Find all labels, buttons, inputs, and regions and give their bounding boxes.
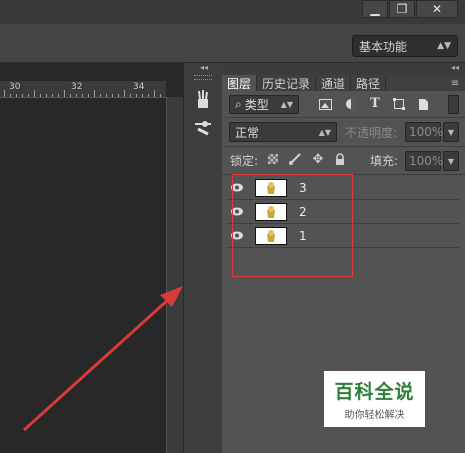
blend-mode-label: 正常 bbox=[235, 125, 260, 140]
filter-toggle-switch[interactable] bbox=[448, 95, 459, 114]
opacity-label: 不透明度: bbox=[345, 126, 398, 140]
divider bbox=[222, 146, 465, 147]
brush-settings-icon[interactable] bbox=[193, 118, 213, 138]
tab-layers[interactable]: 图层 bbox=[222, 75, 258, 91]
fill-label: 填充: bbox=[370, 154, 399, 168]
smart-object-filter-icon[interactable] bbox=[415, 96, 431, 112]
shape-filter-icon[interactable] bbox=[391, 96, 407, 112]
watermark-subtitle: 助你轻松解决 bbox=[344, 410, 405, 421]
brush-presets-icon[interactable] bbox=[193, 88, 213, 110]
lock-position-move-icon[interactable]: ✥ bbox=[311, 152, 325, 167]
image-filter-icon[interactable] bbox=[317, 96, 333, 112]
watermark-badge: 百科全说 助你轻松解决 bbox=[324, 371, 425, 427]
fill-input[interactable]: 100% bbox=[405, 151, 443, 171]
filter-kind-label: 类型 bbox=[244, 98, 269, 112]
chevron-updown-icon: ▲▼ bbox=[318, 127, 331, 137]
annotation-highlight-box bbox=[232, 174, 353, 277]
lock-all-icon[interactable] bbox=[333, 152, 347, 166]
fill-slider-button[interactable]: ▼ bbox=[443, 151, 459, 171]
watermark-title: 百科全说 bbox=[334, 381, 415, 403]
lock-label: 锁定: bbox=[230, 154, 259, 168]
opacity-slider-button[interactable]: ▼ bbox=[443, 122, 459, 142]
grip-handle[interactable] bbox=[194, 75, 212, 80]
collapse-arrows-icon[interactable]: ◂◂ bbox=[194, 63, 214, 73]
collapsed-panel-strip: ◂◂ bbox=[183, 63, 223, 453]
panel-tabs: 图层 历史记录 通道 路径 ≡ bbox=[222, 75, 465, 91]
adjustment-filter-icon[interactable] bbox=[343, 96, 359, 112]
panel-header: ◂◂ bbox=[222, 63, 465, 75]
filter-kind-select[interactable]: ⌕ 类型 ▲▼ bbox=[229, 95, 299, 114]
search-icon: ⌕ bbox=[235, 97, 242, 111]
opacity-input[interactable]: 100% bbox=[405, 122, 443, 142]
lock-transparency-icon[interactable] bbox=[268, 154, 278, 164]
tab-channels[interactable]: 通道 bbox=[316, 75, 352, 91]
blend-mode-select[interactable]: 正常 ▲▼ bbox=[229, 122, 337, 142]
type-filter-icon[interactable]: T bbox=[367, 95, 383, 112]
divider bbox=[222, 117, 465, 118]
panel-menu-icon[interactable]: ≡ bbox=[445, 75, 465, 91]
chevron-updown-icon: ▲▼ bbox=[280, 100, 293, 109]
tab-history[interactable]: 历史记录 bbox=[257, 75, 317, 91]
tab-paths[interactable]: 路径 bbox=[351, 75, 387, 91]
collapse-arrows-icon[interactable]: ◂◂ bbox=[451, 63, 459, 72]
lock-pixels-brush-icon[interactable] bbox=[288, 152, 302, 166]
